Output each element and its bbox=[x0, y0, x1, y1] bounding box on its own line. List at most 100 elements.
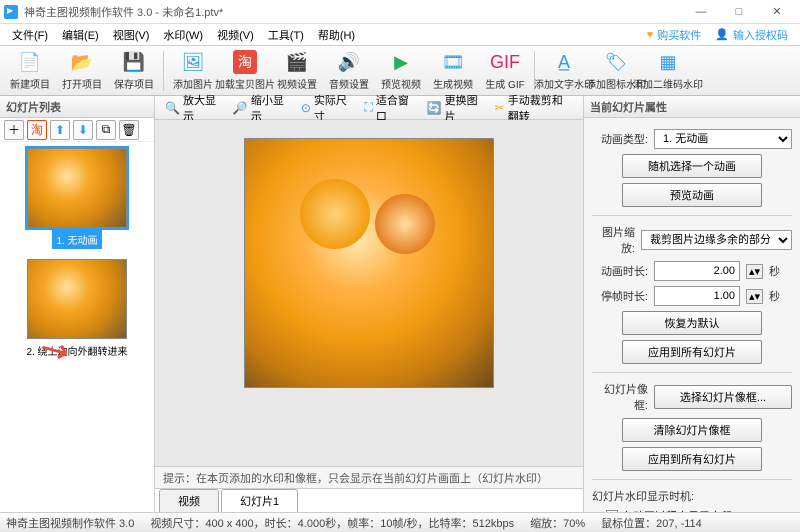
delete-slide-button[interactable]: 🗑 bbox=[119, 120, 139, 140]
tool-生成视频[interactable]: 🎞 生成视频 bbox=[427, 48, 479, 94]
anim-type-label: 动画类型: bbox=[592, 131, 648, 147]
status-size: 视频尺寸：400 x 400，时长：4.000秒，帧率：10帧/秒，比特率：51… bbox=[150, 515, 514, 531]
clear-frame-button[interactable]: 清除幻灯片像框 bbox=[622, 418, 762, 442]
viewtool-label: 更换图片 bbox=[445, 92, 481, 124]
tool-添加二维码水印[interactable]: ▦添加二维码水印 bbox=[642, 48, 694, 94]
tool-label: 添加图片 bbox=[173, 76, 213, 91]
tool-label: 加载宝贝图片 bbox=[215, 76, 275, 91]
tool-label: 新建项目 bbox=[10, 76, 50, 91]
center-panel: 🔍放大显示🔎缩小显示⊙实际尺寸⛶适合窗口🔄更换图片✂手动裁剪和翻转 提示：在本页… bbox=[155, 96, 583, 512]
tool-icon: 淘 bbox=[233, 50, 257, 74]
maximize-button[interactable]: □ bbox=[720, 0, 758, 24]
move-down-button[interactable]: ⬇ bbox=[73, 120, 93, 140]
menu-bar: 文件(F) 编辑(E) 视图(V) 水印(W) 视频(V) 工具(T) 帮助(H… bbox=[0, 24, 800, 46]
viewtool-label: 缩小显示 bbox=[251, 92, 287, 124]
tool-保存项目[interactable]: 💾 保存项目 bbox=[108, 48, 160, 94]
tool-加载宝贝图片[interactable]: 淘加载宝贝图片 bbox=[219, 48, 271, 94]
buy-link[interactable]: ♥购买软件 bbox=[641, 27, 708, 43]
random-anim-button[interactable]: 随机选择一个动画 bbox=[622, 154, 762, 178]
tool-icon: 🔊 bbox=[337, 50, 361, 74]
minimize-button[interactable]: — bbox=[682, 0, 720, 24]
license-link[interactable]: 👤输入授权码 bbox=[709, 27, 794, 43]
tool-打开项目[interactable]: 📂打开项目 bbox=[56, 48, 108, 94]
buy-label: 购买软件 bbox=[657, 27, 701, 43]
tool-label: 生成 GIF bbox=[485, 76, 524, 91]
status-mouse: 鼠标位置：207, -114 bbox=[601, 515, 702, 531]
unit-sec: 秒 bbox=[769, 288, 780, 304]
slide-list-title: 幻灯片列表 bbox=[0, 96, 154, 118]
tab-slide[interactable]: 幻灯片1 bbox=[221, 489, 298, 512]
status-zoom: 缩放：70% bbox=[530, 515, 585, 531]
menu-view[interactable]: 视图(V) bbox=[107, 25, 156, 45]
heart-icon: ♥ bbox=[647, 29, 654, 41]
viewport[interactable] bbox=[155, 120, 583, 466]
pause-dur-input[interactable] bbox=[654, 286, 740, 306]
tool-label: 添加二维码水印 bbox=[633, 76, 703, 91]
tool-预览视频[interactable]: ▶预览视频 bbox=[375, 48, 427, 94]
apply-all-button-1[interactable]: 应用到所有幻灯片 bbox=[622, 340, 762, 364]
anim-type-select[interactable]: 1. 无动画 bbox=[654, 129, 792, 149]
tool-icon: 🎞 bbox=[441, 50, 465, 74]
tool-icon: ▦ bbox=[656, 50, 680, 74]
menu-file[interactable]: 文件(F) bbox=[6, 25, 54, 45]
tool-label: 生成视频 bbox=[433, 76, 473, 91]
slide-thumb bbox=[27, 259, 127, 339]
tool-音频设置[interactable]: 🔊音频设置 bbox=[323, 48, 375, 94]
tool-icon: A̲ bbox=[552, 50, 576, 74]
tool-icon: 🎬 bbox=[285, 50, 309, 74]
add-slide-button[interactable]: ＋ bbox=[4, 120, 24, 140]
apply-all-button-2[interactable]: 应用到所有幻灯片 bbox=[622, 447, 762, 471]
tool-添加图片[interactable]: 🖼添加图片 bbox=[167, 48, 219, 94]
viewtool-label: 放大显示 bbox=[183, 92, 219, 124]
tool-icon: ▶ bbox=[389, 50, 413, 74]
tool-添加文字水印[interactable]: A̲添加文字水印 bbox=[538, 48, 590, 94]
taobao-button[interactable]: 淘 bbox=[27, 120, 47, 140]
hint-bar: 提示：在本页添加的水印和像框，只会显示在当前幻灯片画面上（幻灯片水印） bbox=[155, 466, 583, 488]
slide-item[interactable]: 1. 无动画 bbox=[6, 148, 148, 249]
choose-frame-button[interactable]: 选择幻灯片像框... bbox=[654, 385, 792, 409]
viewtool-label: 手动裁剪和翻转 bbox=[508, 92, 573, 124]
tool-视频设置[interactable]: 🎬 视频设置 bbox=[271, 48, 323, 94]
copy-slide-button[interactable]: ⧉ bbox=[96, 120, 116, 140]
updown-icon[interactable]: ▴▾ bbox=[746, 289, 763, 304]
bottom-tabs: 视频 幻灯片1 bbox=[155, 488, 583, 512]
tool-新建项目[interactable]: 📄 新建项目 bbox=[4, 48, 56, 94]
tool-icon: 💾 bbox=[122, 50, 146, 74]
menu-video[interactable]: 视频(V) bbox=[211, 25, 260, 45]
close-button[interactable]: ✕ bbox=[758, 0, 796, 24]
slide-list[interactable]: 1. 无动画 2. 绕上边向外翻转进来 bbox=[0, 142, 154, 512]
tool-icon: 📄 bbox=[18, 50, 42, 74]
slide-caption: 1. 无动画 bbox=[52, 230, 101, 249]
slide-preview[interactable] bbox=[244, 138, 494, 388]
reset-button[interactable]: 恢复为默认 bbox=[622, 311, 762, 335]
view-toolbar: 🔍放大显示🔎缩小显示⊙实际尺寸⛶适合窗口🔄更换图片✂手动裁剪和翻转 bbox=[155, 96, 583, 120]
slide-list-panel: 幻灯片列表 ＋ 淘 ⬆ ⬇ ⧉ 🗑 1. 无动画 2. 绕上边向外翻转进来 bbox=[0, 96, 155, 512]
slide-item[interactable]: 2. 绕上边向外翻转进来 bbox=[6, 259, 148, 360]
tool-label: 视频设置 bbox=[277, 76, 317, 91]
tab-video[interactable]: 视频 bbox=[159, 489, 219, 512]
tool-生成 GIF[interactable]: GIF 生成 GIF bbox=[479, 48, 531, 94]
pause-dur-label: 停帧时长: bbox=[592, 288, 648, 304]
viewtool-icon: 🔄 bbox=[427, 101, 442, 115]
tool-icon: GIF bbox=[493, 50, 517, 74]
properties-body: 动画类型: 1. 无动画 随机选择一个动画 预览动画 图片缩放: 裁剪图片边缘多… bbox=[584, 118, 800, 512]
scale-select[interactable]: 裁剪图片边缘多余的部分 bbox=[641, 230, 792, 250]
anim-dur-input[interactable] bbox=[654, 261, 740, 281]
tool-icon: 📂 bbox=[70, 50, 94, 74]
menu-help[interactable]: 帮助(H) bbox=[312, 25, 361, 45]
scale-label: 图片缩放: bbox=[592, 224, 635, 256]
menu-watermark[interactable]: 水印(W) bbox=[157, 25, 209, 45]
properties-panel: 当前幻灯片属性 动画类型: 1. 无动画 随机选择一个动画 预览动画 图片缩放:… bbox=[583, 96, 800, 512]
move-up-button[interactable]: ⬆ bbox=[50, 120, 70, 140]
tool-label: 保存项目 bbox=[114, 76, 154, 91]
menu-edit[interactable]: 编辑(E) bbox=[56, 25, 105, 45]
properties-title: 当前幻灯片属性 bbox=[584, 96, 800, 118]
unit-sec: 秒 bbox=[769, 263, 780, 279]
frame-label: 幻灯片像框: bbox=[592, 381, 648, 413]
menu-tools[interactable]: 工具(T) bbox=[262, 25, 310, 45]
updown-icon[interactable]: ▴▾ bbox=[746, 264, 763, 279]
viewtool-icon: ⊙ bbox=[301, 101, 311, 115]
main-toolbar: 📄新建项目📂打开项目💾保存项目🖼添加图片淘加载宝贝图片🎬视频设置🔊音频设置▶预览… bbox=[0, 46, 800, 96]
preview-anim-button[interactable]: 预览动画 bbox=[622, 183, 762, 207]
tool-icon: 🏷 bbox=[604, 50, 628, 74]
